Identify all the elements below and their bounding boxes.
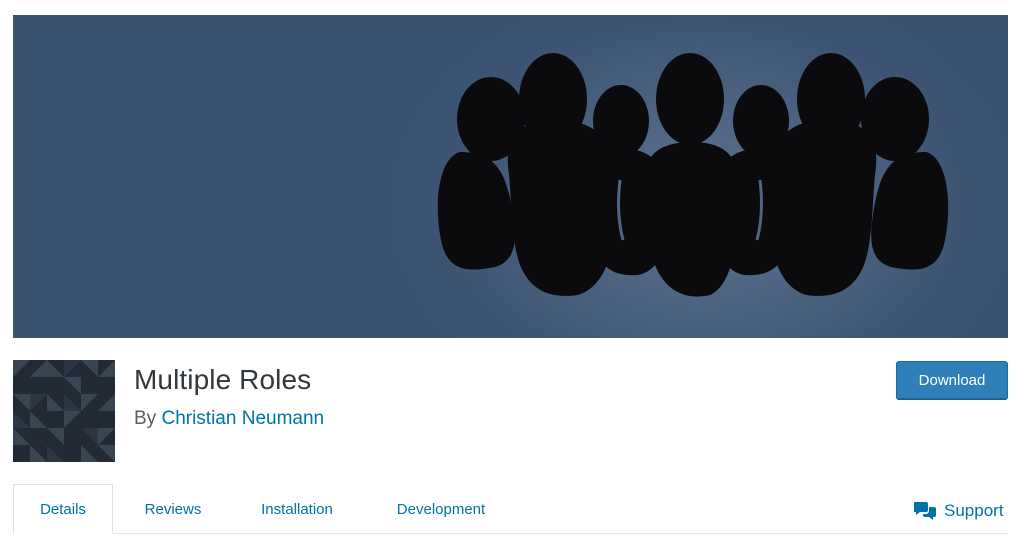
tab-development[interactable]: Development <box>380 484 502 534</box>
tab-details[interactable]: Details <box>13 484 113 534</box>
support-chat-icon <box>914 502 936 520</box>
tab-installation[interactable]: Installation <box>247 484 347 534</box>
plugin-title: Multiple Roles <box>134 364 312 395</box>
geometric-pattern-icon <box>13 360 115 462</box>
plugin-byline: By Christian Neumann <box>134 408 324 430</box>
support-link[interactable]: Support <box>914 498 1004 524</box>
plugin-icon <box>13 360 115 462</box>
people-group-icon <box>437 53 949 297</box>
author-link[interactable]: Christian Neumann <box>161 408 324 429</box>
support-label: Support <box>944 501 1004 520</box>
plugin-banner <box>13 15 1008 338</box>
byline-prefix: By <box>134 408 157 429</box>
tab-reviews[interactable]: Reviews <box>132 484 214 534</box>
download-button[interactable]: Download <box>896 361 1008 399</box>
